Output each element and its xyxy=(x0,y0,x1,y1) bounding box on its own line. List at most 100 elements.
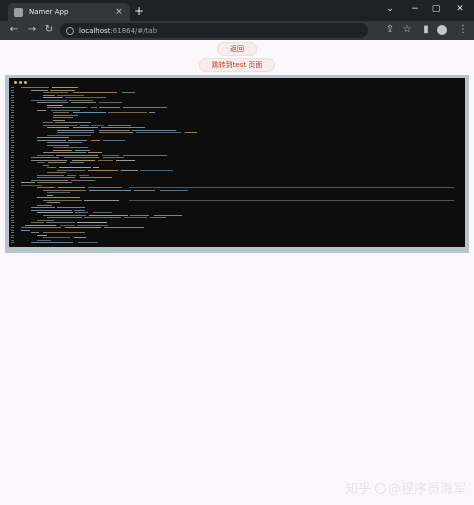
code-line xyxy=(37,212,73,213)
code-line-number xyxy=(11,94,14,96)
code-line-number xyxy=(11,132,14,133)
browser-tab[interactable]: Namer App × xyxy=(8,3,130,21)
code-line-number xyxy=(11,112,14,113)
code-line-number xyxy=(11,139,14,141)
code-line-number xyxy=(11,239,14,241)
code-line-number xyxy=(11,232,14,233)
back-arrow-icon[interactable]: ← xyxy=(8,24,20,36)
code-line-number xyxy=(11,214,14,216)
code-line xyxy=(67,174,76,176)
code-line xyxy=(37,234,47,236)
url-host: localhost xyxy=(79,26,111,35)
tab-search-icon[interactable]: ⌄ xyxy=(384,3,396,15)
watermark-site: 知乎 xyxy=(345,482,372,497)
code-line xyxy=(53,119,65,121)
code-line xyxy=(108,112,147,113)
code-line xyxy=(185,132,197,133)
code-line-number xyxy=(11,87,14,88)
window-dots xyxy=(14,81,27,84)
code-line xyxy=(25,224,56,226)
code-line xyxy=(91,124,104,126)
code-line-number xyxy=(11,109,14,111)
code-line xyxy=(129,187,454,188)
code-line xyxy=(43,92,68,93)
code-line-number xyxy=(11,172,14,173)
code-line xyxy=(88,152,102,153)
window-dot-icon xyxy=(19,81,22,84)
reload-icon[interactable]: ↻ xyxy=(43,24,55,36)
share-icon[interactable]: ⇪ xyxy=(384,24,396,36)
code-line xyxy=(124,217,147,218)
code-line xyxy=(116,159,135,161)
code-line xyxy=(37,137,69,138)
code-line xyxy=(37,219,54,221)
watermark-author: @程序员海军 xyxy=(388,482,467,497)
code-line xyxy=(43,189,86,191)
code-line xyxy=(60,224,75,226)
code-line xyxy=(64,157,99,158)
app-favicon-icon xyxy=(14,7,23,17)
code-line xyxy=(47,127,69,128)
code-line xyxy=(37,174,64,176)
code-line xyxy=(136,132,181,133)
code-line-number xyxy=(11,102,14,103)
code-line xyxy=(93,167,99,168)
code-line xyxy=(75,149,90,151)
code-line xyxy=(31,159,67,161)
code-line-number xyxy=(11,152,14,153)
code-line xyxy=(47,104,63,106)
code-line-number xyxy=(11,99,14,101)
code-line xyxy=(99,132,133,133)
code-line-number xyxy=(11,217,14,218)
site-info-icon[interactable] xyxy=(66,26,74,35)
code-line xyxy=(53,112,69,113)
code-line xyxy=(74,237,86,238)
code-line xyxy=(78,242,98,243)
address-bar[interactable]: localhost :61864/#/tab xyxy=(60,23,368,38)
code-line xyxy=(73,112,106,113)
tab-close-icon[interactable]: × xyxy=(114,7,124,17)
code-line-number xyxy=(11,177,14,178)
code-line xyxy=(43,237,70,238)
back-button[interactable]: 返回 xyxy=(217,42,257,56)
code-line xyxy=(31,89,48,91)
code-line xyxy=(53,147,88,148)
maximize-icon[interactable]: ▢ xyxy=(430,3,442,15)
code-line xyxy=(37,102,68,103)
code-line xyxy=(154,214,182,216)
code-line xyxy=(47,144,69,146)
code-line xyxy=(57,129,94,131)
new-tab-button[interactable]: + xyxy=(134,4,144,18)
code-line xyxy=(37,204,52,206)
code-line-number xyxy=(11,164,14,166)
code-line xyxy=(37,139,66,141)
profile-avatar[interactable] xyxy=(437,25,447,35)
code-line xyxy=(43,122,53,123)
code-line xyxy=(91,107,97,108)
code-line-number xyxy=(11,119,14,121)
code-line xyxy=(104,227,144,228)
code-line xyxy=(47,107,87,108)
code-line xyxy=(129,199,454,201)
code-line xyxy=(43,152,86,153)
forward-arrow-icon[interactable]: → xyxy=(26,24,38,36)
code-line xyxy=(51,109,80,111)
code-line-number xyxy=(11,204,14,206)
code-line-number xyxy=(11,234,14,236)
code-line xyxy=(134,189,155,191)
code-line xyxy=(68,139,87,141)
code-line-number xyxy=(11,92,14,93)
code-line xyxy=(43,97,63,98)
code-line xyxy=(123,154,167,156)
code-line-number xyxy=(11,194,14,196)
bookmark-star-icon[interactable]: ☆ xyxy=(401,24,413,36)
code-line-number xyxy=(11,222,14,223)
minimize-icon[interactable]: − xyxy=(409,3,421,15)
code-line xyxy=(84,217,121,218)
jump-to-test-button[interactable]: 跳转到test 页面 xyxy=(199,58,275,72)
close-window-icon[interactable]: ✕ xyxy=(454,3,466,15)
code-line-number xyxy=(11,182,14,183)
code-line xyxy=(37,187,55,188)
side-panel-icon[interactable]: ▮ xyxy=(420,24,432,36)
menu-kebab-icon[interactable]: ⋮ xyxy=(457,24,469,36)
